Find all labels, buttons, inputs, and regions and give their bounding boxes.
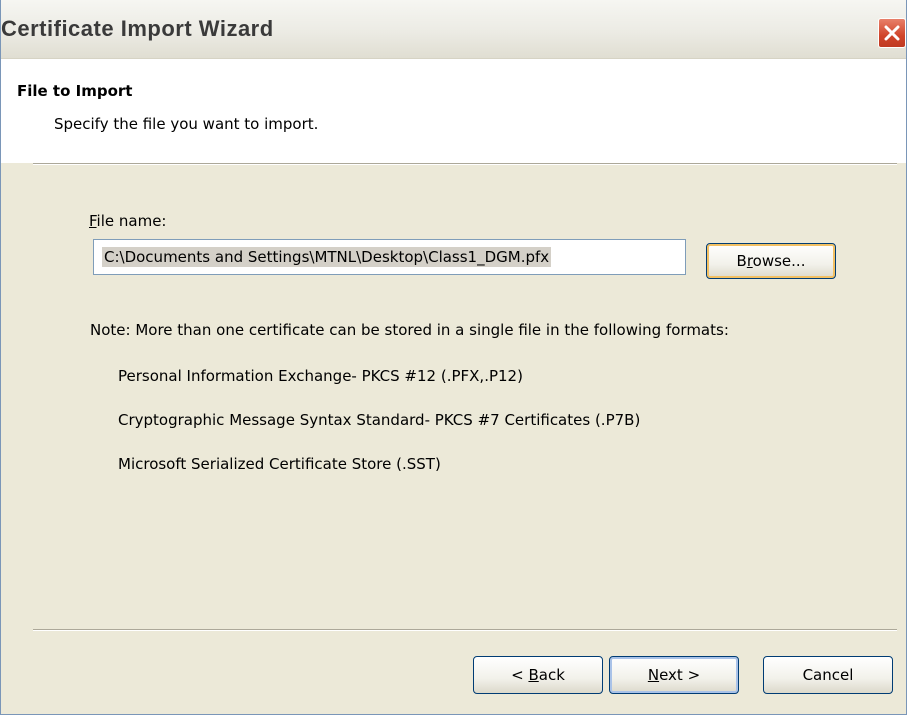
back-label-pre: < (511, 666, 529, 684)
next-label-post: ext > (659, 666, 701, 684)
back-button[interactable]: < Back (473, 656, 603, 694)
page-title: File to Import (17, 82, 133, 100)
format-item: Microsoft Serialized Certificate Store (… (118, 455, 441, 473)
browse-button-label: Browse... (737, 252, 806, 270)
file-name-label-mnemonic: F (89, 212, 97, 230)
formats-note: Note: More than one certificate can be s… (90, 321, 729, 339)
format-item: Personal Information Exchange- PKCS #12 … (118, 367, 523, 385)
close-button[interactable] (878, 18, 906, 48)
next-button[interactable]: Next > (609, 656, 739, 694)
cancel-button[interactable]: Cancel (763, 656, 893, 694)
title-bar[interactable]: Certificate Import Wizard (1, 0, 906, 59)
file-name-label-text: ile name: (96, 212, 167, 230)
wizard-header (1, 59, 906, 163)
next-label-mnemonic: N (647, 666, 660, 684)
back-label-post: ack (538, 666, 565, 684)
wizard-dialog: Certificate Import Wizard File to Import… (0, 0, 907, 715)
file-name-input[interactable]: C:\Documents and Settings\MTNL\Desktop\C… (93, 239, 686, 275)
file-name-value: C:\Documents and Settings\MTNL\Desktop\C… (102, 247, 552, 267)
footer-divider (33, 629, 897, 631)
back-label-mnemonic: B (528, 666, 539, 684)
close-icon (884, 25, 900, 41)
browse-button[interactable]: Browse... (706, 243, 836, 279)
next-button-label: Next > (648, 666, 700, 684)
format-item: Cryptographic Message Syntax Standard- P… (118, 411, 641, 429)
file-name-label: File name: (89, 212, 166, 230)
window-title: Certificate Import Wizard (1, 16, 274, 41)
page-subtitle: Specify the file you want to import. (54, 115, 319, 133)
header-divider (33, 163, 897, 165)
back-button-label: < Back (511, 666, 565, 684)
cancel-button-label: Cancel (802, 666, 854, 684)
browse-label-pre: B (736, 252, 747, 270)
browse-label-post: owse... (752, 252, 806, 270)
